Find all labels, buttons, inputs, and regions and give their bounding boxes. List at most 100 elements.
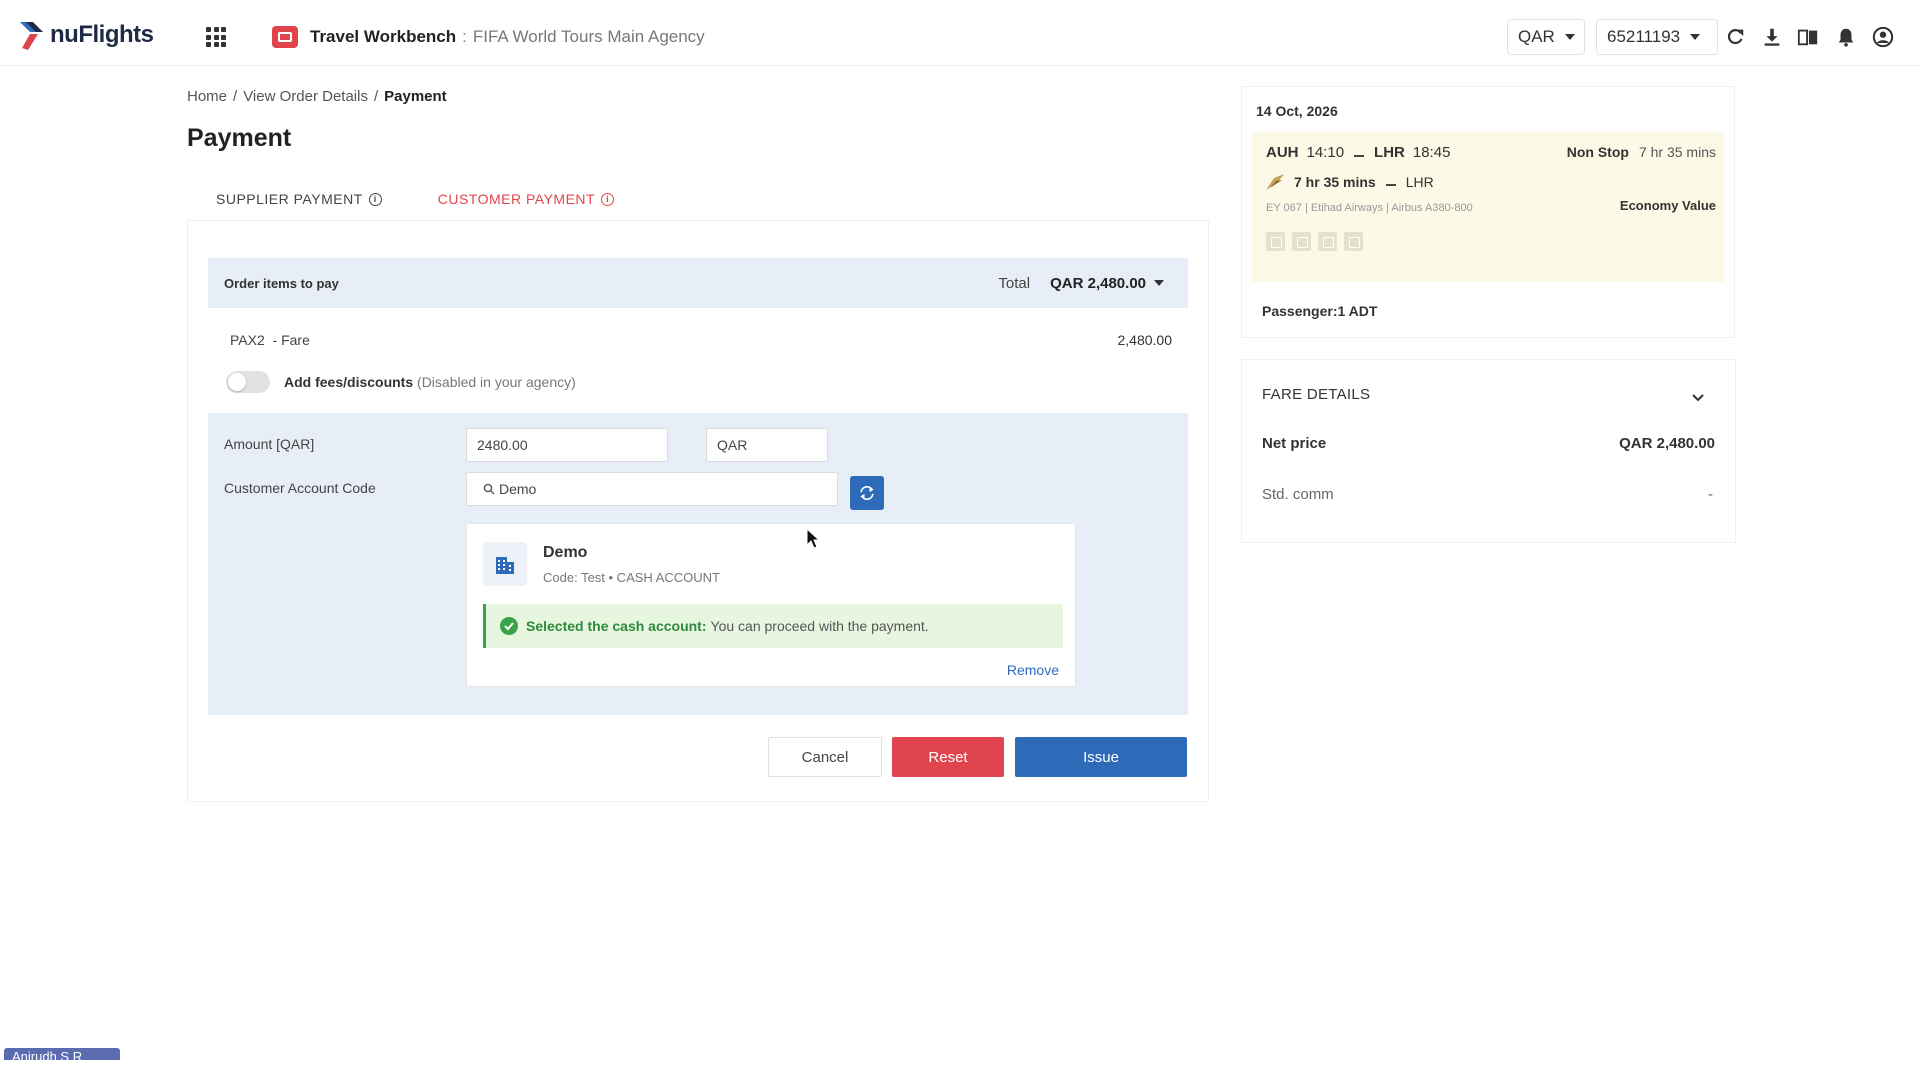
tab-supplier-payment[interactable]: SUPPLIER PAYMENT i xyxy=(188,177,410,221)
app-title-text: Travel Workbench xyxy=(310,27,457,46)
breadcrumb-view-order[interactable]: View Order Details xyxy=(243,88,368,105)
flight-segment: AUH 14:10 LHR 18:45 Non Stop 7 hr 35 min… xyxy=(1252,132,1724,282)
fees-note-text: (Disabled in your agency) xyxy=(417,374,576,390)
segment-leg: 7 hr 35 mins LHR xyxy=(1264,172,1434,192)
destination-code: LHR xyxy=(1374,144,1405,161)
net-price-value: QAR 2,480.00 xyxy=(1619,435,1715,452)
total-amount-dropdown[interactable]: QAR 2,480.00 xyxy=(1050,275,1164,292)
leg-destination: LHR xyxy=(1405,174,1434,190)
chevron-down-icon[interactable] xyxy=(1691,390,1705,402)
reset-button[interactable]: Reset xyxy=(892,737,1004,777)
customer-account-search-input[interactable]: Demo xyxy=(466,472,838,506)
entertainment-icon[interactable] xyxy=(1344,232,1363,251)
top-bar: nuFlights Travel Workbench : FIFA World … xyxy=(0,0,1920,66)
total-label: Total xyxy=(998,274,1031,292)
amount-value: 2480.00 xyxy=(477,437,528,453)
fare-details-heading: FARE DETAILS xyxy=(1262,386,1371,403)
issue-button[interactable]: Issue xyxy=(1015,737,1187,777)
account-search-value: Demo xyxy=(499,481,537,497)
book-icon[interactable] xyxy=(1797,26,1819,48)
cancel-button[interactable]: Cancel xyxy=(768,737,882,777)
arrival-time: 18:45 xyxy=(1412,144,1451,161)
segment-route: AUH 14:10 LHR 18:45 xyxy=(1266,144,1450,161)
breadcrumb-home[interactable]: Home xyxy=(187,88,227,105)
order-items-header: Order items to pay Total QAR 2,480.00 xyxy=(208,258,1188,308)
fees-label-text: Add fees/discounts xyxy=(284,374,414,390)
wifi-icon[interactable] xyxy=(1266,232,1285,251)
refresh-icon[interactable] xyxy=(1724,26,1746,48)
success-message-text: You can proceed with the payment. xyxy=(710,618,929,634)
customer-payment-panel: Order items to pay Total QAR 2,480.00 PA… xyxy=(188,221,1208,801)
workbench-icon xyxy=(272,26,298,48)
bell-icon[interactable] xyxy=(1835,26,1857,48)
currency-input[interactable]: QAR xyxy=(706,428,828,462)
std-comm-label: Std. comm xyxy=(1262,486,1334,503)
chevron-down-icon xyxy=(1564,34,1575,40)
order-item-label: PAX2 - Fare xyxy=(230,332,310,348)
page-title: Payment xyxy=(187,124,292,152)
account-code: Code: Test • CASH ACCOUNT xyxy=(543,570,720,585)
account-id-value: 65211193 xyxy=(1607,27,1681,46)
leg-duration: 7 hr 35 mins xyxy=(1294,174,1376,190)
order-item-amount: 2,480.00 xyxy=(1117,332,1173,348)
total-amount: QAR 2,480.00 xyxy=(1050,274,1146,292)
mouse-cursor-icon xyxy=(806,528,821,549)
customer-account-label: Customer Account Code xyxy=(224,480,376,496)
origin-code: AUH xyxy=(1266,144,1299,161)
fees-discounts-label: Add fees/discounts (Disabled in your age… xyxy=(284,374,576,390)
search-icon xyxy=(483,483,495,495)
logo-mark-icon xyxy=(20,22,43,50)
route-dash xyxy=(1354,154,1365,157)
info-icon[interactable]: i xyxy=(368,192,382,206)
tab-label: CUSTOMER PAYMENT xyxy=(437,191,596,207)
success-message: Selected the cash account: You can proce… xyxy=(483,604,1063,648)
currency-select[interactable]: QAR xyxy=(1507,19,1585,55)
tab-label: SUPPLIER PAYMENT xyxy=(216,191,363,207)
payment-tabs: SUPPLIER PAYMENT i CUSTOMER PAYMENT i xyxy=(188,177,643,221)
segment-stops: Non Stop 7 hr 35 mins xyxy=(1567,144,1716,160)
agency-name: FIFA World Tours Main Agency xyxy=(472,27,705,46)
fare-details-card: FARE DETAILS Net price QAR 2,480.00 Std.… xyxy=(1242,360,1735,542)
stops-label: Non Stop xyxy=(1566,144,1629,160)
breadcrumb: Home / View Order Details / Payment xyxy=(187,88,447,105)
account-select[interactable]: 65211193 xyxy=(1596,19,1718,55)
cabin-class: Economy Value xyxy=(1619,198,1716,213)
fees-discounts-toggle[interactable] xyxy=(226,371,270,393)
passenger-count: Passenger:1 ADT xyxy=(1262,303,1378,319)
std-comm-value: - xyxy=(1708,486,1713,503)
airline-logo-icon xyxy=(1266,174,1284,190)
app-title: Travel Workbench : FIFA World Tours Main… xyxy=(272,26,705,48)
amount-input[interactable]: 2480.00 xyxy=(466,428,668,462)
total-duration: 7 hr 35 mins xyxy=(1638,144,1716,160)
building-icon xyxy=(483,542,527,586)
breadcrumb-current: Payment xyxy=(384,88,447,105)
check-circle-icon xyxy=(500,617,518,635)
chevron-down-icon xyxy=(1154,280,1164,286)
currency-value: QAR xyxy=(1518,27,1555,46)
nuflights-logo[interactable]: nuFlights xyxy=(18,18,154,52)
refresh-account-button[interactable] xyxy=(850,476,884,510)
user-icon[interactable] xyxy=(1872,26,1894,48)
meal-icon[interactable] xyxy=(1318,232,1337,251)
selected-account-card: Demo Code: Test • CASH ACCOUNT Selected … xyxy=(466,523,1076,687)
flight-summary-card: 14 Oct, 2026 AUH 14:10 LHR 18:45 Non Sto… xyxy=(1242,87,1734,337)
currency-input-value: QAR xyxy=(717,437,748,453)
power-icon[interactable] xyxy=(1292,232,1311,251)
title-separator: : xyxy=(462,27,467,46)
remove-account-link[interactable]: Remove xyxy=(1007,662,1059,678)
breadcrumb-separator: / xyxy=(233,88,238,105)
flight-date: 14 Oct, 2026 xyxy=(1256,103,1338,119)
tab-customer-payment[interactable]: CUSTOMER PAYMENT i xyxy=(409,177,643,221)
info-icon[interactable]: i xyxy=(601,192,615,206)
download-icon[interactable] xyxy=(1761,26,1783,48)
departure-time: 14:10 xyxy=(1306,144,1345,161)
apps-grid-icon[interactable] xyxy=(206,27,226,47)
sync-icon xyxy=(860,485,874,501)
chevron-down-icon xyxy=(1690,34,1701,40)
payment-form: Amount [QAR] 2480.00 QAR Customer Accoun… xyxy=(208,413,1188,715)
bottom-edge xyxy=(0,1060,1920,1080)
order-items-heading: Order items to pay xyxy=(224,275,339,291)
account-name: Demo xyxy=(543,544,588,561)
brand-name: nuFlights xyxy=(50,21,154,48)
breadcrumb-separator: / xyxy=(373,88,379,105)
